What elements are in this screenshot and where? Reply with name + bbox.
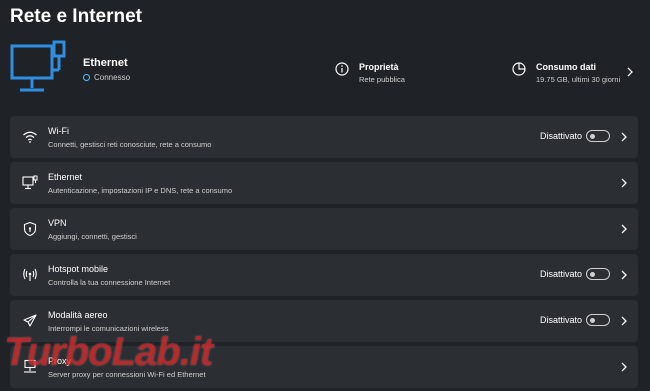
row-hotspot-desc: Controlla la tua connessione Internet <box>48 278 171 287</box>
row-wifi-name: Wi-Fi <box>48 126 69 136</box>
row-proxy[interactable]: Proxy Server proxy per connessioni Wi-Fi… <box>10 346 638 388</box>
row-vpn[interactable]: VPN Aggiungi, connetti, gestisci <box>10 208 638 250</box>
chevron-right-icon <box>621 316 627 326</box>
ethernet-icon <box>22 175 38 190</box>
row-hotspot-name: Hotspot mobile <box>48 264 109 274</box>
row-airplane-state: Disattivato <box>539 315 582 325</box>
hotspot-toggle[interactable] <box>586 268 610 280</box>
data-usage-button[interactable]: Consumo dati 19.75 GB, ultimi 30 giorni <box>512 62 620 84</box>
chevron-right-icon[interactable] <box>626 66 634 78</box>
info-icon <box>335 62 349 76</box>
chevron-right-icon <box>621 132 627 142</box>
chevron-right-icon <box>621 178 627 188</box>
properties-label: Proprietà <box>359 62 399 72</box>
pie-chart-icon <box>512 62 526 76</box>
row-hotspot-state: Disattivato <box>539 269 582 279</box>
row-proxy-name: Proxy <box>48 356 72 366</box>
row-proxy-desc: Server proxy per connessioni Wi-Fi ed Et… <box>48 370 206 379</box>
row-airplane-name: Modalità aereo <box>48 310 108 320</box>
chevron-right-icon <box>621 270 627 280</box>
row-ethernet[interactable]: Ethernet Autenticazione, impostazioni IP… <box>10 162 638 204</box>
wifi-icon <box>23 131 37 143</box>
airplane-mode-toggle[interactable] <box>586 314 610 326</box>
globe-icon <box>83 74 90 81</box>
properties-button[interactable]: Proprietà Rete pubblica <box>335 62 405 84</box>
properties-sub: Rete pubblica <box>359 75 405 84</box>
row-wifi[interactable]: Wi-Fi Connetti, gestisci reti conosciute… <box>10 116 638 158</box>
row-ethernet-desc: Autenticazione, impostazioni IP e DNS, r… <box>48 186 233 195</box>
chevron-right-icon <box>621 362 627 372</box>
connection-header: Ethernet Connesso Proprietà Rete pubblic… <box>10 38 638 110</box>
airplane-icon <box>23 314 37 327</box>
hotspot-icon <box>23 268 37 281</box>
page-title: Rete e Internet <box>10 6 142 27</box>
row-vpn-desc: Aggiungi, connetti, gestisci <box>48 232 137 241</box>
row-ethernet-name: Ethernet <box>48 172 83 182</box>
wifi-toggle[interactable] <box>586 130 610 142</box>
ethernet-monitor-icon <box>10 40 66 92</box>
data-usage-sub: 19.75 GB, ultimi 30 giorni <box>536 75 621 84</box>
chevron-right-icon <box>621 224 627 234</box>
connection-status: Connesso <box>83 73 130 82</box>
row-vpn-name: VPN <box>48 218 67 228</box>
row-wifi-desc: Connetti, gestisci reti conosciute, rete… <box>48 140 212 149</box>
row-hotspot[interactable]: Hotspot mobile Controlla la tua connessi… <box>10 254 638 296</box>
data-usage-label: Consumo dati <box>536 62 596 72</box>
connection-status-text: Connesso <box>94 73 131 82</box>
proxy-icon <box>24 359 36 373</box>
row-airplane-mode[interactable]: Modalità aereo Interrompi le comunicazio… <box>10 300 638 342</box>
connection-name: Ethernet <box>83 57 128 69</box>
vpn-shield-icon <box>23 221 37 237</box>
row-airplane-desc: Interrompi le comunicazioni wireless <box>48 324 169 333</box>
row-wifi-state: Disattivato <box>539 131 582 141</box>
